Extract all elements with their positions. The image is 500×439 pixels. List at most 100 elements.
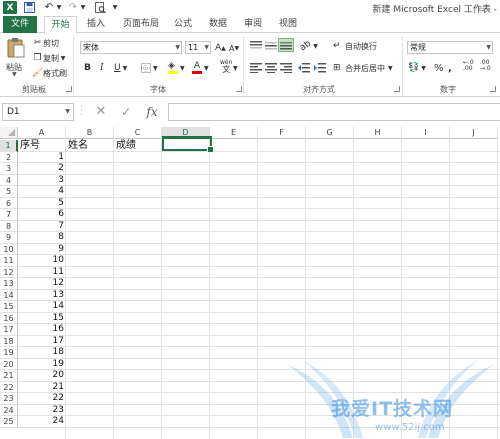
row-header-19[interactable]: 19 (0, 347, 18, 359)
tab-formulas[interactable]: 公式 (170, 16, 196, 33)
worksheet-grid[interactable]: ABCDEFGHIJ 1 2 3 4 5 6 7 8 9 10 11 12 13 14 15 16 17 18 19… (0, 127, 500, 439)
cell-c1[interactable]: 成绩 (115, 140, 162, 151)
row-header-16[interactable]: 16 (0, 312, 18, 324)
active-cell-d1[interactable] (162, 136, 214, 153)
row-header-8[interactable]: 8 (0, 220, 18, 232)
currency-button[interactable]: 💱 ▼ (408, 62, 426, 74)
more-icon[interactable]: · · · (80, 103, 84, 119)
cell-a17[interactable]: 16 (19, 324, 66, 335)
tab-home[interactable]: 开始 (44, 16, 77, 34)
formula-input[interactable] (168, 103, 500, 121)
cell-a22[interactable]: 21 (19, 382, 66, 393)
row-header-23[interactable]: 23 (0, 393, 18, 405)
column-header-e[interactable]: E (210, 127, 258, 139)
cell-a25[interactable]: 24 (19, 416, 66, 427)
row-header-11[interactable]: 11 (0, 255, 18, 267)
cell-a2[interactable]: 1 (19, 152, 66, 163)
undo-icon[interactable]: ↶ (44, 1, 54, 14)
print-preview-icon[interactable] (94, 1, 106, 14)
decrease-indent-button[interactable] (298, 62, 310, 74)
phonetic-button[interactable]: wén 文 (220, 59, 232, 75)
paste-button[interactable]: 粘贴 ▼ (5, 37, 27, 79)
customize-toolbar-icon[interactable]: ▼ (111, 1, 119, 14)
select-all-button[interactable] (0, 127, 18, 139)
column-header-f[interactable]: F (258, 127, 306, 139)
cell-a7[interactable]: 6 (19, 209, 66, 220)
tab-insert[interactable]: 插入 (82, 16, 110, 33)
copy-button[interactable]: ❐ 复制 ▼ (32, 52, 67, 64)
cell-a1[interactable]: 序号 (19, 140, 66, 151)
shrink-font-button[interactable]: A ▼ (229, 42, 239, 54)
grow-font-button[interactable]: A ▲ (215, 42, 226, 54)
column-header-b[interactable]: B (66, 127, 114, 139)
column-header-g[interactable]: G (306, 127, 354, 139)
decrease-decimal-button[interactable]: .00 →.0 (480, 60, 491, 74)
tab-file[interactable]: 文件 (3, 16, 37, 33)
row-header-6[interactable]: 6 (0, 197, 18, 209)
chevron-down-icon[interactable]: ▼ (56, 1, 62, 14)
tab-page-layout[interactable]: 页面布局 (116, 16, 166, 33)
row-header-3[interactable]: 3 (0, 163, 18, 175)
row-header-2[interactable]: 2 (0, 151, 18, 163)
align-center-button[interactable] (265, 62, 277, 74)
align-left-button[interactable] (250, 62, 262, 74)
cell-a19[interactable]: 18 (19, 347, 66, 358)
cut-button[interactable]: ✂ 剪切 (32, 37, 59, 49)
row-header-14[interactable]: 14 (0, 289, 18, 301)
merge-center-button[interactable]: ⊞ 合并后居中 ▼ (333, 62, 393, 74)
chevron-down-icon[interactable]: ▼ (80, 1, 86, 14)
align-top-button[interactable] (250, 40, 262, 52)
font-name-combo[interactable]: 宋体 ▼ (80, 41, 182, 54)
number-launcher-icon[interactable] (490, 86, 496, 92)
redo-icon[interactable]: ↷ (68, 1, 78, 14)
format-painter-button[interactable]: 🖌 格式刷 (32, 67, 67, 79)
cell-a13[interactable]: 12 (19, 278, 66, 289)
cell-a16[interactable]: 15 (19, 313, 66, 324)
cell-a10[interactable]: 9 (19, 244, 66, 255)
column-header-i[interactable]: I (402, 127, 450, 139)
row-header-17[interactable]: 17 (0, 324, 18, 336)
tab-view[interactable]: 视图 (275, 16, 301, 33)
tab-review[interactable]: 审阅 (240, 16, 266, 33)
font-size-combo[interactable]: 11 ▼ (185, 41, 211, 54)
border-button[interactable]: ▼ (141, 62, 158, 74)
comma-button[interactable]: , (448, 62, 452, 74)
orientation-button[interactable]: ab ▼ (298, 39, 318, 54)
row-header-22[interactable]: 22 (0, 381, 18, 393)
row-header-5[interactable]: 5 (0, 186, 18, 198)
cancel-icon[interactable]: ✕ (93, 104, 109, 120)
underline-button[interactable]: U ▼ (114, 62, 127, 74)
cell-a11[interactable]: 10 (19, 255, 66, 266)
column-header-a[interactable]: A (18, 127, 66, 139)
column-header-j[interactable]: J (450, 127, 498, 139)
increase-indent-button[interactable] (314, 62, 326, 74)
row-header-15[interactable]: 15 (0, 301, 18, 313)
italic-button[interactable]: I (100, 62, 104, 74)
cell-a9[interactable]: 8 (19, 232, 66, 243)
phonetic-dropdown[interactable]: ▼ (233, 62, 238, 74)
row-header-13[interactable]: 13 (0, 278, 18, 290)
row-header-4[interactable]: 4 (0, 174, 18, 186)
cell-b1[interactable]: 姓名 (67, 140, 114, 151)
cell-a12[interactable]: 11 (19, 267, 66, 278)
cell-a20[interactable]: 19 (19, 359, 66, 370)
number-format-combo[interactable]: 常规 ▼ (407, 41, 493, 54)
cell-a18[interactable]: 17 (19, 336, 66, 347)
cell-a3[interactable]: 2 (19, 163, 66, 174)
row-header-24[interactable]: 24 (0, 404, 18, 416)
cell-a21[interactable]: 20 (19, 370, 66, 381)
cell-a23[interactable]: 22 (19, 393, 66, 404)
row-header-18[interactable]: 18 (0, 335, 18, 347)
percent-button[interactable]: % (434, 62, 444, 74)
name-box[interactable]: D1 ▼ (2, 103, 74, 121)
alignment-launcher-icon[interactable] (394, 86, 400, 92)
row-header-25[interactable]: 25 (0, 416, 18, 428)
row-header-12[interactable]: 12 (0, 266, 18, 278)
row-header-20[interactable]: 20 (0, 358, 18, 370)
row-header-7[interactable]: 7 (0, 209, 18, 221)
wrap-text-button[interactable]: ↵ 自动换行 (333, 40, 377, 52)
row-header-21[interactable]: 21 (0, 370, 18, 382)
cell-a6[interactable]: 5 (19, 198, 66, 209)
cell-a24[interactable]: 23 (19, 405, 66, 416)
cell-a5[interactable]: 4 (19, 186, 66, 197)
